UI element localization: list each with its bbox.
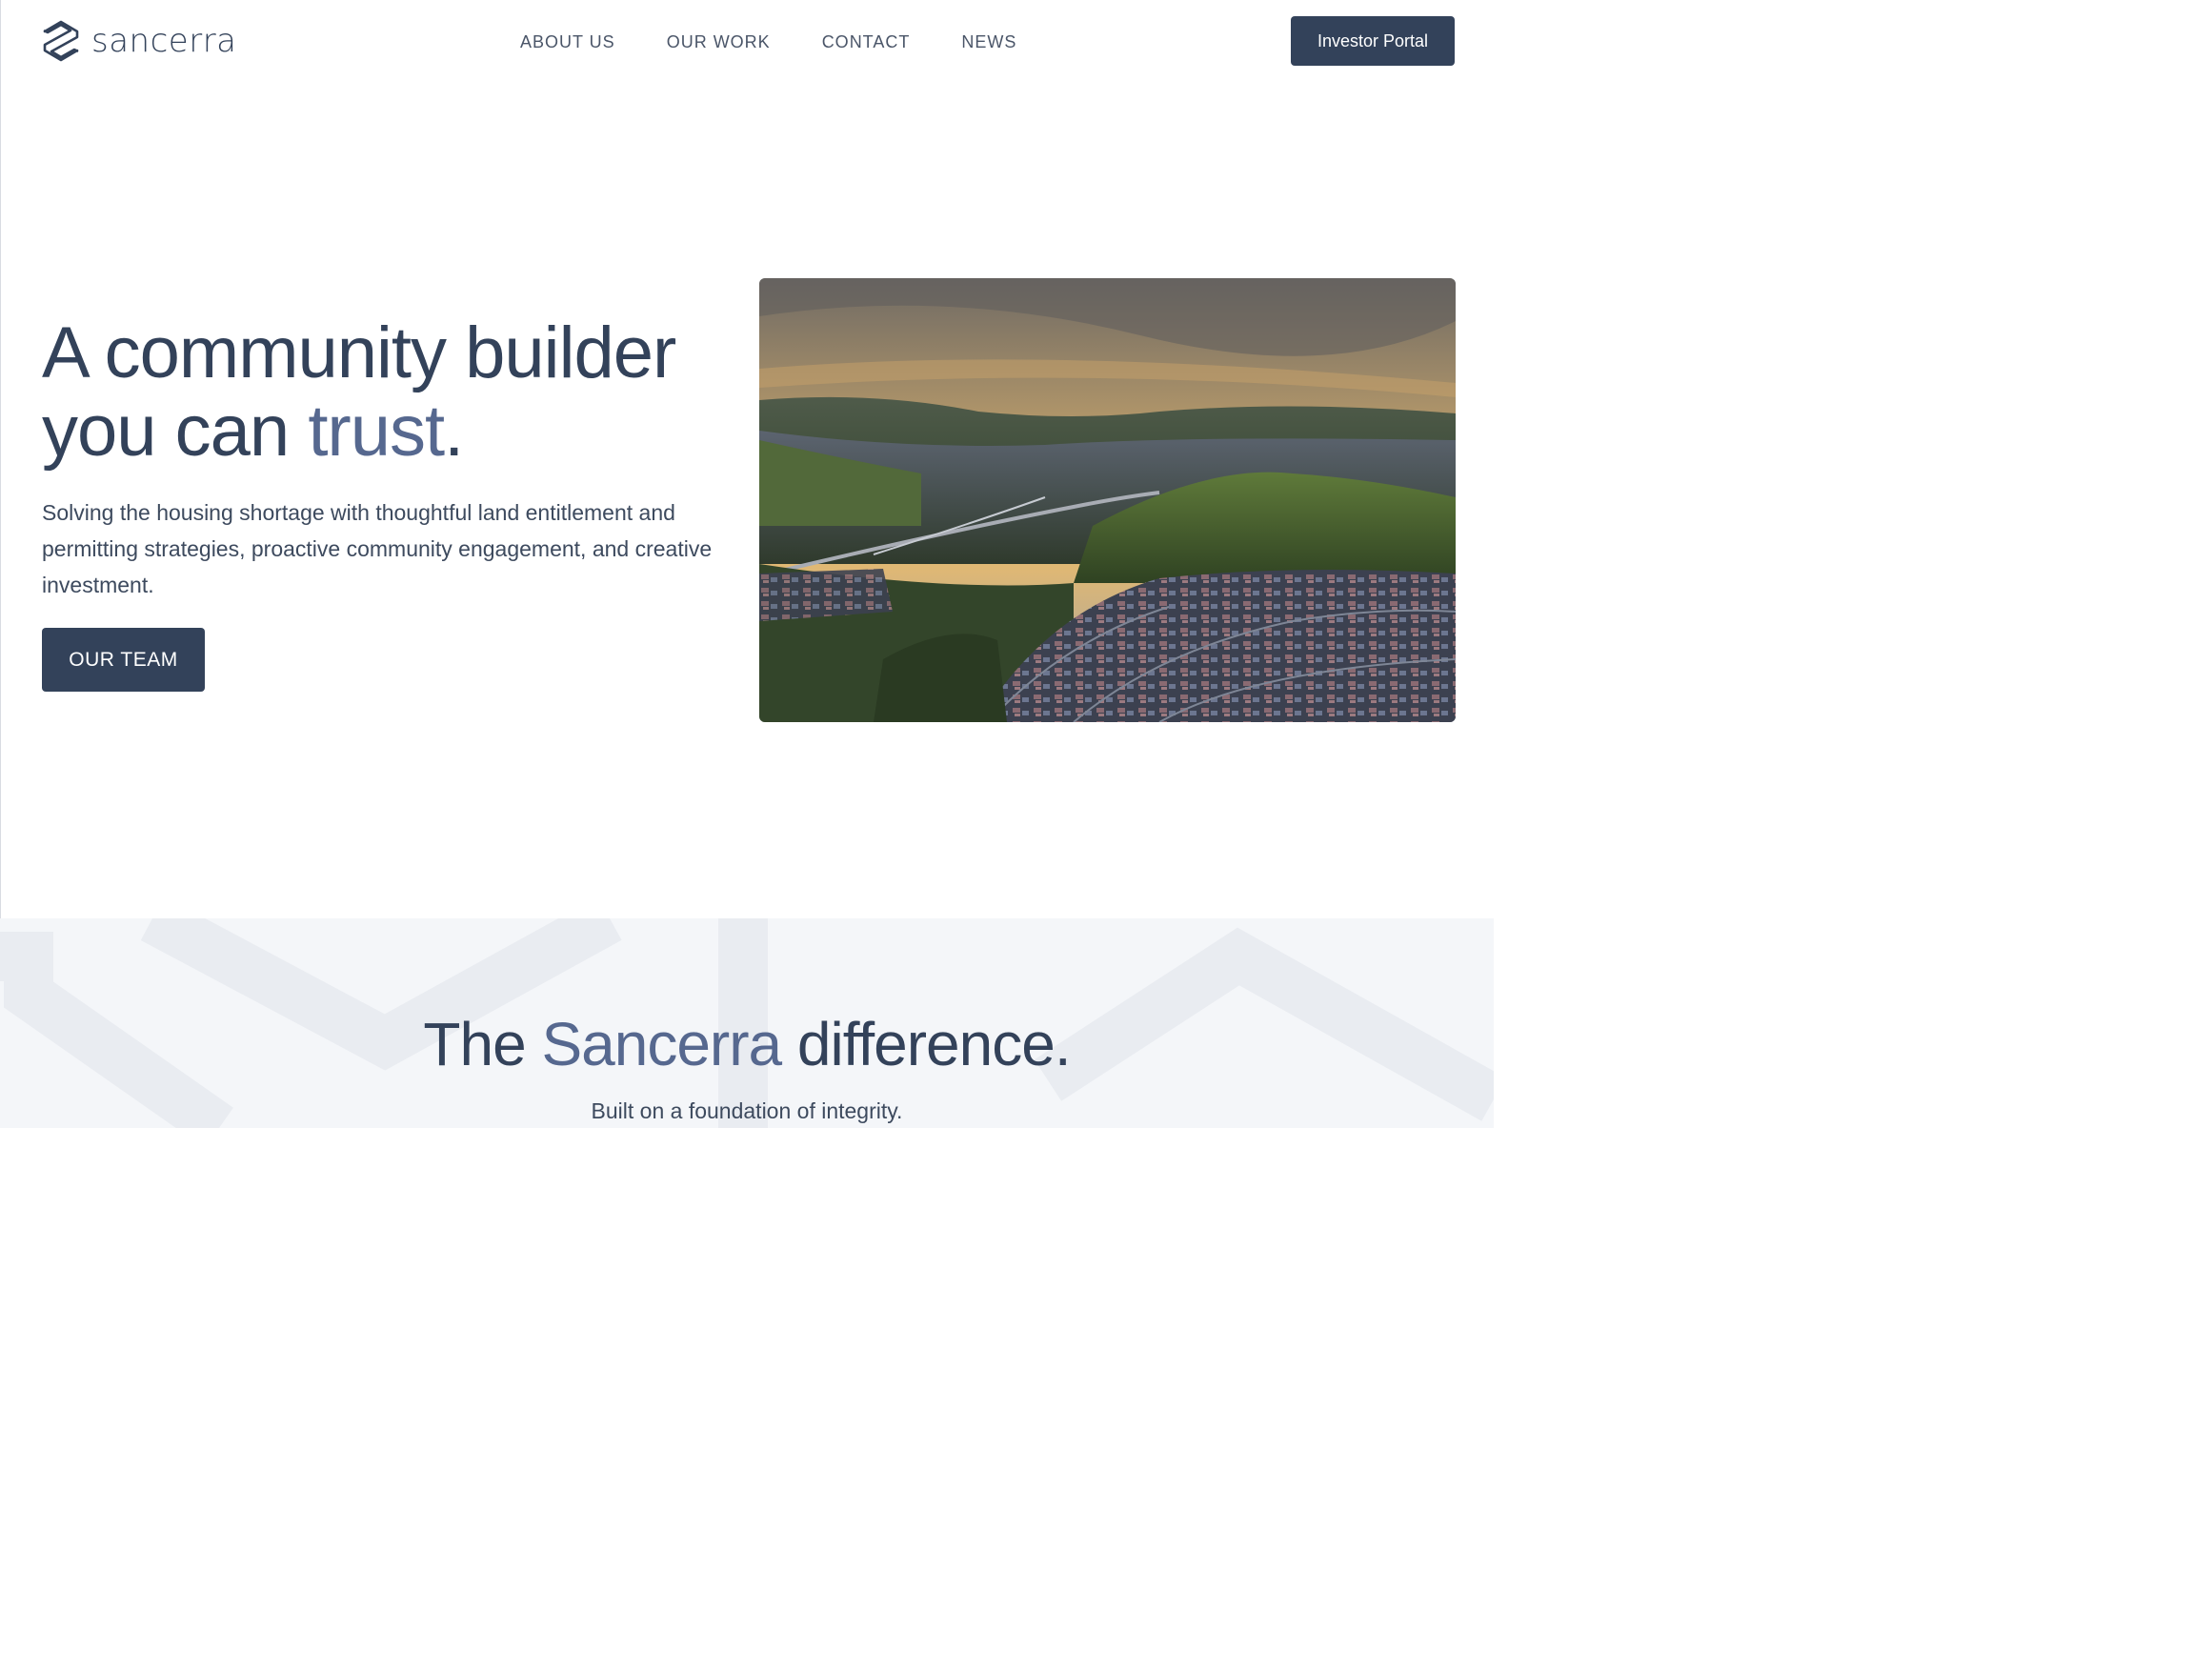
difference-title-pre: The [423, 1010, 542, 1078]
difference-section: The Sancerra difference. Built on a foun… [0, 918, 1494, 1128]
nav-contact[interactable]: CONTACT [822, 31, 911, 52]
difference-title: The Sancerra difference. [0, 1006, 1494, 1082]
page-edge [0, 0, 1, 918]
hero-image [759, 278, 1456, 722]
hero-title: A community builder you can trust. [42, 314, 747, 471]
nav-about-us[interactable]: ABOUT US [520, 31, 615, 52]
hero-title-line2: you can [42, 391, 309, 472]
difference-subtitle: Built on a foundation of integrity. [591, 1098, 903, 1123]
nav-our-work[interactable]: OUR WORK [667, 31, 771, 52]
investor-portal-button[interactable]: Investor Portal [1291, 16, 1455, 66]
difference-title-accent: Sancerra [541, 1010, 782, 1078]
main-nav: ABOUT US OUR WORK CONTACT NEWS [520, 31, 1068, 52]
hero-title-period: . [444, 391, 464, 472]
brand-name: sancerra [91, 22, 237, 60]
aerial-valley-neighborhood-photo [759, 278, 1456, 722]
hero-title-accent: trust [308, 391, 445, 472]
nav-news[interactable]: NEWS [961, 31, 1016, 52]
hero-title-line1: A community builder [42, 312, 676, 393]
hexagon-s-icon [42, 20, 80, 62]
difference-title-post: difference. [781, 1010, 1072, 1078]
site-header: sancerra ABOUT US OUR WORK CONTACT NEWS … [0, 0, 1494, 84]
hero-subtitle: Solving the housing shortage with though… [42, 500, 713, 597]
brand-logo[interactable]: sancerra [42, 20, 237, 62]
our-team-button[interactable]: OUR TEAM [42, 628, 205, 692]
